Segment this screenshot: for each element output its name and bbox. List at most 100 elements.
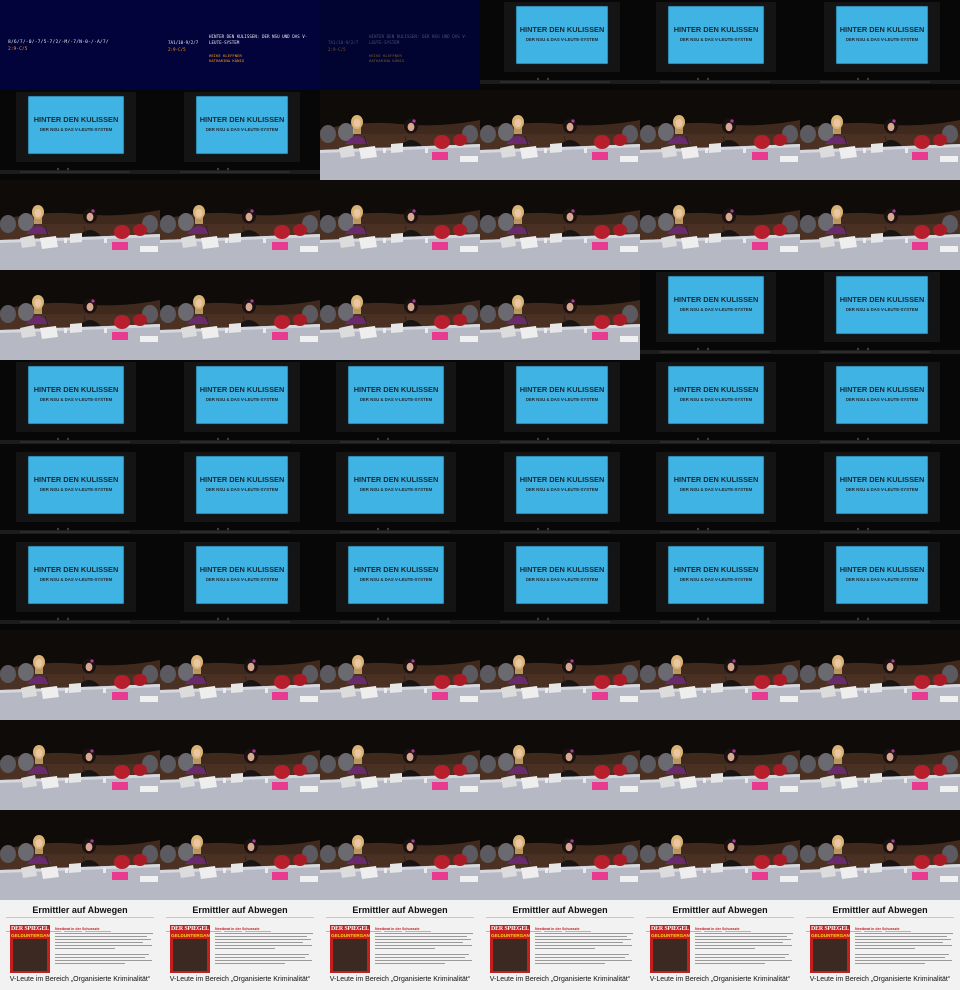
thumbnail-panel[interactable] [320,810,480,900]
thumbnail-panel[interactable] [160,810,320,900]
thumbnail-panel[interactable] [0,810,160,900]
thumbnail-slide[interactable]: HINTER DEN KULISSEN DER NSU & DAS V-LEUT… [320,450,480,540]
document-caption: V-Leute im Bereich „Organisierte Krimina… [9,976,151,983]
thumbnail-slide[interactable]: HINTER DEN KULISSEN DER NSU & DAS V-LEUT… [480,450,640,540]
thumbnail-panel[interactable] [480,630,640,720]
thumbnail-panel[interactable] [320,180,480,270]
thumbnail-title[interactable]: 8/6/7/-0/-7/5-7/2/-M/-7/N-0-/-A/7/2:9-C/… [0,0,160,90]
magazine-cover: DER SPIEGEL GELDUNTERGANG [10,925,50,973]
thumbnail-slide[interactable]: HINTER DEN KULISSEN DER NSU & DAS V-LEUT… [160,360,320,450]
thumbnail-slide[interactable]: HINTER DEN KULISSEN DER NSU & DAS V-LEUT… [160,450,320,540]
thumbnail-panel[interactable] [640,720,800,810]
thumbnail-panel[interactable] [0,630,160,720]
slide-photo: HINTER DEN KULISSEN DER NSU & DAS V-LEUT… [160,450,320,540]
thumbnail-panel[interactable] [160,720,320,810]
thumbnail-slide[interactable]: HINTER DEN KULISSEN DER NSU & DAS V-LEUT… [640,0,800,90]
thumbnail-document[interactable]: Ermittler auf Abwegen DER SPIEGEL GELDUNTE… [640,900,800,990]
thumbnail-panel[interactable] [640,810,800,900]
thumbnail-slide[interactable]: HINTER DEN KULISSEN DER NSU & DAS V-LEUT… [640,270,800,360]
thumbnail-panel[interactable] [640,630,800,720]
thumbnail-slide[interactable]: HINTER DEN KULISSEN DER NSU & DAS V-LEUT… [0,540,160,630]
svg-text:HINTER DEN KULISSEN: HINTER DEN KULISSEN [674,565,759,574]
thumbnail-panel[interactable] [800,810,960,900]
thumbnail-panel[interactable] [480,720,640,810]
svg-text:HINTER DEN KULISSEN: HINTER DEN KULISSEN [34,475,119,484]
title-card-event-time: 2:9-C/5 [328,47,346,52]
document-title: Ermittler auf Abwegen [352,905,448,915]
thumbnail-panel[interactable] [480,810,640,900]
thumbnail-slide[interactable]: HINTER DEN KULISSEN DER NSU & DAS V-LEUT… [0,450,160,540]
title-card-event-code: 7A1/10-9/2/7 [168,40,199,45]
svg-text:DER NSU & DAS V-LEUTE-SYSTEM: DER NSU & DAS V-LEUTE-SYSTEM [846,307,919,312]
article-text [215,933,313,966]
magazine-cover: DER SPIEGEL GELDUNTERGANG [490,925,530,973]
speaker-name: KATHARINA KÖNIG [209,58,245,63]
thumbnail-slide[interactable]: HINTER DEN KULISSEN DER NSU & DAS V-LEUT… [0,90,160,180]
thumbnail-slide[interactable]: HINTER DEN KULISSEN DER NSU & DAS V-LEUT… [160,90,320,180]
thumbnail-panel[interactable] [640,180,800,270]
thumbnail-slide[interactable]: HINTER DEN KULISSEN DER NSU & DAS V-LEUT… [640,450,800,540]
thumbnail-slide[interactable]: HINTER DEN KULISSEN DER NSU & DAS V-LEUT… [640,540,800,630]
thumbnail-slide[interactable]: HINTER DEN KULISSEN DER NSU & DAS V-LEUT… [480,360,640,450]
thumbnail-title[interactable]: 7A1/10-9/2/7 2:9-C/5 HINTER DEN KULISSEN: … [160,0,320,90]
svg-text:DER NSU & DAS V-LEUTE-SYSTEM: DER NSU & DAS V-LEUTE-SYSTEM [526,37,599,42]
magazine-headline: GELDUNTERGANG [171,933,210,938]
title-card-talk-title: HINTER DEN KULISSEN: DER NSU UND DAS V-L… [209,34,308,45]
thumbnail-slide[interactable]: HINTER DEN KULISSEN DER NSU & DAS V-LEUT… [800,360,960,450]
thumbnail-title-dim[interactable]: 7A1/10-9/2/7 2:9-C/5 HINTER DEN KULISSEN: … [320,0,480,90]
thumbnail-panel[interactable] [800,180,960,270]
thumbnail-slide[interactable]: HINTER DEN KULISSEN DER NSU & DAS V-LEUT… [0,360,160,450]
document-rule [166,917,314,918]
svg-text:HINTER DEN KULISSEN: HINTER DEN KULISSEN [674,475,759,484]
thumbnail-panel[interactable] [0,180,160,270]
speaker-name: KATHARINA KÖNIG [369,58,405,63]
title-card-talk-title: HINTER DEN KULISSEN: DER NSU UND DAS V-L… [369,34,468,45]
contact-sheet: 8/6/7/-0/-7/5-7/2/-M/-7/N-0-/-A/7/2:9-C/… [0,0,960,990]
svg-text:HINTER DEN KULISSEN: HINTER DEN KULISSEN [520,385,605,394]
thumbnail-panel[interactable] [640,90,800,180]
thumbnail-panel[interactable] [800,720,960,810]
thumbnail-panel[interactable] [800,90,960,180]
thumbnail-document[interactable]: Ermittler auf Abwegen DER SPIEGEL GELDUNTE… [320,900,480,990]
article-text [375,933,473,966]
thumbnail-slide[interactable]: HINTER DEN KULISSEN DER NSU & DAS V-LEUT… [480,0,640,90]
document-rule [646,917,794,918]
thumbnail-slide[interactable]: HINTER DEN KULISSEN DER NSU & DAS V-LEUT… [160,540,320,630]
svg-text:HINTER DEN KULISSEN: HINTER DEN KULISSEN [200,475,285,484]
thumbnail-slide[interactable]: HINTER DEN KULISSEN DER NSU & DAS V-LEUT… [320,360,480,450]
thumbnail-panel[interactable] [160,270,320,360]
thumbnail-panel[interactable] [320,630,480,720]
thumbnail-panel[interactable] [320,720,480,810]
thumbnail-slide[interactable]: HINTER DEN KULISSEN DER NSU & DAS V-LEUT… [800,450,960,540]
svg-text:HINTER DEN KULISSEN: HINTER DEN KULISSEN [840,385,925,394]
thumbnail-panel[interactable] [480,270,640,360]
thumbnail-slide[interactable]: HINTER DEN KULISSEN DER NSU & DAS V-LEUT… [640,360,800,450]
thumbnail-panel[interactable] [320,90,480,180]
panel-photo [800,90,960,180]
slide-photo: HINTER DEN KULISSEN DER NSU & DAS V-LEUT… [480,360,640,450]
thumbnail-document[interactable]: Ermittler auf Abwegen DER SPIEGEL GELDUNTE… [160,900,320,990]
svg-text:HINTER DEN KULISSEN: HINTER DEN KULISSEN [354,475,439,484]
magazine-headline: GELDUNTERGANG [331,933,370,938]
thumbnail-slide[interactable]: HINTER DEN KULISSEN DER NSU & DAS V-LEUT… [800,270,960,360]
thumbnail-panel[interactable] [0,720,160,810]
panel-photo [320,720,480,810]
thumbnail-slide[interactable]: HINTER DEN KULISSEN DER NSU & DAS V-LEUT… [800,540,960,630]
thumbnail-document[interactable]: Ermittler auf Abwegen DER SPIEGEL GELDUNTE… [480,900,640,990]
thumbnail-panel[interactable] [800,630,960,720]
thumbnail-slide[interactable]: HINTER DEN KULISSEN DER NSU & DAS V-LEUT… [480,540,640,630]
svg-text:HINTER DEN KULISSEN: HINTER DEN KULISSEN [200,385,285,394]
thumbnail-panel[interactable] [480,180,640,270]
thumbnail-slide[interactable]: HINTER DEN KULISSEN DER NSU & DAS V-LEUT… [320,540,480,630]
document-rule [806,917,954,918]
thumbnail-document[interactable]: Ermittler auf Abwegen DER SPIEGEL GELDUNTE… [0,900,160,990]
thumbnail-panel[interactable] [0,270,160,360]
thumbnail-panel[interactable] [480,90,640,180]
thumbnail-panel[interactable] [160,630,320,720]
thumbnail-panel[interactable] [320,270,480,360]
thumbnail-slide[interactable]: HINTER DEN KULISSEN DER NSU & DAS V-LEUT… [800,0,960,90]
panel-photo [480,630,640,720]
panel-photo [0,720,160,810]
thumbnail-panel[interactable] [160,180,320,270]
thumbnail-document[interactable]: Ermittler auf Abwegen DER SPIEGEL GELDUNTE… [800,900,960,990]
